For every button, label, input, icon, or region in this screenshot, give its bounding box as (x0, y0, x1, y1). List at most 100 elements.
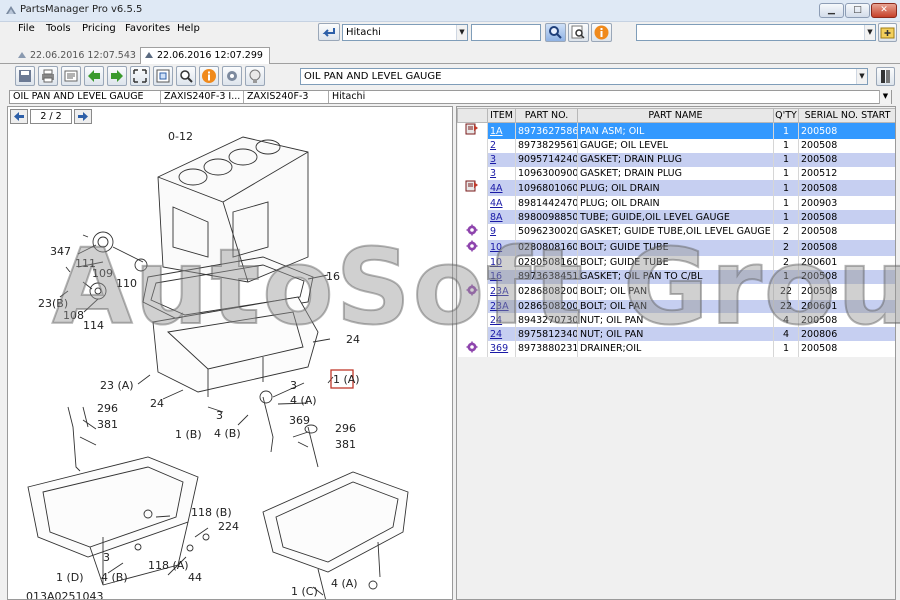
chevron-down-icon[interactable]: ▼ (456, 25, 467, 40)
section-select[interactable]: OIL PAN AND LEVEL GAUGE ▼ (300, 68, 868, 85)
item-link[interactable]: 8A (490, 212, 503, 223)
table-row[interactable]: 23A 0286508200 BOLT; OIL PAN 22 200601 (457, 299, 895, 314)
menu-file[interactable]: File (18, 23, 35, 34)
column-header-qty[interactable]: Q'TY (773, 108, 799, 123)
table-row[interactable]: 8A 8980098850 TUBE; GUIDE,OIL LEVEL GAUGE 1… (457, 210, 895, 224)
diagram-label: 369 (289, 414, 310, 427)
item-link[interactable]: 4A (490, 198, 503, 209)
row-marker (457, 255, 488, 270)
part-no-cell: 0286508200 (515, 299, 578, 314)
favorites-select[interactable]: ▼ (636, 24, 876, 41)
menu-pricing[interactable]: Pricing (82, 23, 116, 34)
back-to-catalog-button[interactable] (318, 23, 340, 41)
serial-start-cell: 200508 (798, 239, 895, 256)
save-button[interactable] (15, 66, 35, 86)
table-row[interactable]: 369 8973880231 DRAINER;OIL 1 200508 (457, 340, 895, 357)
table-row[interactable]: 16 8973638451 GASKET; OIL PAN TO C/BL 1 2005… (457, 269, 895, 284)
item-link[interactable]: 16 (490, 271, 502, 282)
table-row[interactable]: 3 9095714240 GASKET; DRAIN PLUG 1 200508 (457, 152, 895, 167)
item-cell: 9 (487, 223, 516, 240)
menu-help[interactable]: Help (177, 23, 200, 34)
item-link[interactable]: 3 (490, 168, 496, 179)
info-button[interactable] (591, 23, 612, 42)
item-link[interactable]: 23A (490, 301, 509, 312)
item-link[interactable]: 24 (490, 315, 502, 326)
search-parts-button[interactable] (545, 23, 566, 42)
zoom-button[interactable] (176, 66, 196, 86)
tab-history-2[interactable]: 22.06.2016 12:07.299 (140, 47, 270, 65)
column-header-part-no[interactable]: PART NO. (515, 108, 578, 123)
gear-icon[interactable] (466, 224, 478, 236)
chevron-down-icon[interactable]: ▼ (879, 90, 891, 104)
note-icon[interactable] (465, 123, 479, 135)
menu-favorites[interactable]: Favorites (125, 23, 170, 34)
item-link[interactable]: 369 (490, 343, 508, 354)
table-row[interactable]: 3 1096300900 GASKET; DRAIN PLUG 1 200512 (457, 166, 895, 181)
item-link[interactable]: 23A (490, 286, 509, 297)
table-row[interactable]: 24 8975812340 NUT; OIL PAN 4 200806 (457, 327, 895, 341)
part-no-cell: 8975812340 (515, 327, 578, 341)
next-page-button[interactable] (107, 66, 127, 86)
gear-icon[interactable] (466, 284, 478, 296)
table-row[interactable]: 23A 0286808200 BOLT; OIL PAN 22 200508 (457, 283, 895, 300)
item-link[interactable]: 4A (490, 183, 503, 194)
exploded-parts-diagram[interactable]: 0-12 347 111 109 110 23(B) 108 114 16 24… (8, 107, 453, 600)
item-link[interactable]: 2 (490, 140, 496, 151)
item-link[interactable]: 1A (490, 126, 503, 137)
menu-tools[interactable]: Tools (46, 23, 71, 34)
chevron-down-icon[interactable]: ▼ (856, 69, 867, 84)
info-button-2[interactable] (199, 66, 219, 86)
diagram-label: 16 (326, 270, 340, 283)
zoom-window-button[interactable] (153, 66, 173, 86)
maximize-button[interactable]: □ (845, 3, 870, 18)
gear-icon[interactable] (466, 341, 478, 353)
table-row[interactable]: 4A 1096801060 PLUG; OIL DRAIN 1 200508 (457, 180, 895, 197)
tab-history-1[interactable]: 22.06.2016 12:07.543 (14, 48, 138, 64)
catalog-book-button[interactable] (876, 67, 895, 86)
item-link[interactable]: 3 (490, 154, 496, 165)
tab-icon (18, 52, 26, 58)
zoom-window-icon (156, 69, 170, 83)
print-button[interactable] (38, 66, 58, 86)
item-link[interactable]: 10 (490, 242, 502, 253)
item-link[interactable]: 10 (490, 257, 502, 268)
part-name-cell: BOLT; GUIDE TUBE (577, 255, 774, 270)
table-row[interactable]: 10 0280808160 BOLT; GUIDE TUBE 2 200508 (457, 239, 895, 256)
minimize-button[interactable]: ▁ (819, 3, 844, 18)
search-text-field[interactable] (471, 24, 541, 41)
breadcrumb-model[interactable]: ZAXIS240F-3 (243, 91, 308, 103)
note-icon[interactable] (465, 180, 479, 192)
column-header-serial-start[interactable]: SERIAL NO. START (798, 108, 895, 123)
hint-button[interactable] (245, 66, 265, 86)
prev-page-button[interactable] (84, 66, 104, 86)
breadcrumb-model-full[interactable]: ZAXIS240F-3 I... (160, 91, 240, 103)
column-header-part-name[interactable]: PART NAME (577, 108, 774, 123)
search-catalog-button[interactable] (568, 23, 589, 42)
close-button[interactable]: ✕ (871, 3, 897, 18)
add-favorite-button[interactable] (878, 23, 897, 42)
table-row[interactable]: 1A 8973627586 PAN ASM; OIL 1 200508 (457, 122, 895, 139)
breadcrumb-brand[interactable]: Hitachi (328, 91, 365, 103)
table-row[interactable]: 24 8943270730 NUT; OIL PAN 4 200508 (457, 313, 895, 328)
gear-icon[interactable] (466, 240, 478, 252)
table-row[interactable]: 10 0280508160 BOLT; GUIDE TUBE 2 200601 (457, 255, 895, 270)
chevron-down-icon[interactable]: ▼ (864, 25, 875, 40)
item-link[interactable]: 24 (490, 329, 502, 340)
diagram-label: 4 (A) (331, 577, 358, 590)
breadcrumb-section[interactable]: OIL PAN AND LEVEL GAUGE (13, 91, 144, 103)
item-link[interactable]: 9 (490, 226, 496, 237)
part-name-cell: GASKET; DRAIN PLUG (577, 166, 774, 181)
qty-cell: 1 (773, 269, 799, 284)
brand-select-value: Hitachi (346, 27, 381, 38)
column-header-item[interactable]: ITEM (487, 108, 516, 123)
table-row[interactable]: 4A 8981442470 PLUG; OIL DRAIN 1 200903 (457, 196, 895, 211)
table-row[interactable]: 9 5096230020 GASKET; GUIDE TUBE,OIL LEVEL … (457, 223, 895, 240)
fit-screen-button[interactable] (130, 66, 150, 86)
diagram-pane[interactable]: 2 / 2 0-12 347 111 109 110 23(B) 108 114… (7, 106, 453, 600)
brand-select[interactable]: Hitachi ▼ (342, 24, 468, 41)
part-name-cell: NUT; OIL PAN (577, 313, 774, 328)
table-row[interactable]: 2 8973829561 GAUGE; OIL LEVEL 1 200508 (457, 139, 895, 153)
serial-start-cell: 200508 (798, 223, 895, 240)
settings-button[interactable] (222, 66, 242, 86)
print-list-button[interactable] (61, 66, 81, 86)
